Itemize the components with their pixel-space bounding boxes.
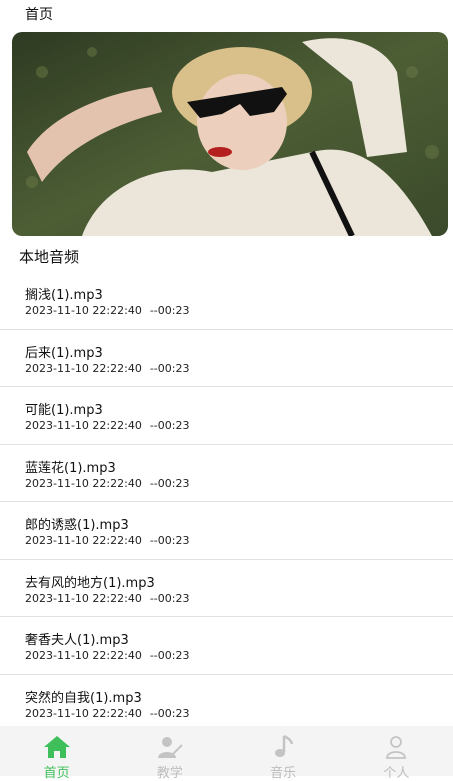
list-item[interactable]: 奢香夫人(1).mp3 2023-11-10 22:22:40 --00:23: [0, 617, 453, 675]
list-item[interactable]: 可能(1).mp3 2023-11-10 22:22:40 --00:23: [0, 387, 453, 445]
audio-meta: 2023-11-10 22:22:40 --00:23: [25, 649, 189, 662]
audio-name: 郎的诱惑(1).mp3: [25, 518, 129, 533]
audio-duration: --00:23: [149, 476, 190, 490]
audio-meta: 2023-11-10 22:22:40 --00:23: [25, 707, 189, 720]
audio-datetime: 2023-11-10 22:22:40: [25, 304, 142, 317]
bottom-tab-bar: 首页 教学 音乐 个人: [0, 726, 453, 781]
home-icon: [43, 736, 70, 758]
audio-meta: 2023-11-10 22:22:40 --00:23: [25, 477, 189, 490]
list-item[interactable]: 搁浅(1).mp3 2023-11-10 22:22:40 --00:23: [0, 272, 453, 330]
teaching-icon: [157, 737, 183, 758]
audio-datetime: 2023-11-10 22:22:40: [25, 361, 142, 375]
audio-datetime: 2023-11-10 22:22:40: [25, 706, 142, 720]
audio-duration: --00:23: [149, 706, 190, 720]
audio-datetime: 2023-11-10 22:22:40: [25, 419, 142, 432]
audio-meta: 2023-11-10 22:22:40 --00:23: [25, 592, 189, 605]
audio-duration: --00:23: [149, 591, 190, 605]
tab-teaching[interactable]: 教学: [113, 726, 226, 781]
audio-meta: 2023-11-10 22:22:40 --00:23: [25, 419, 189, 432]
tab-label: 音乐: [270, 766, 297, 781]
list-item[interactable]: 郎的诱惑(1).mp3 2023-11-10 22:22:40 --00:23: [0, 502, 453, 560]
banner-photo: [12, 32, 448, 236]
audio-meta: 2023-11-10 22:22:40 --00:23: [25, 362, 189, 375]
audio-meta: 2023-11-10 22:22:40 --00:23: [25, 534, 189, 547]
audio-duration: --00:23: [149, 361, 190, 375]
audio-datetime: 2023-11-10 22:22:40: [25, 476, 142, 490]
list-item[interactable]: 去有风的地方(1).mp3 2023-11-10 22:22:40 --00:23: [0, 560, 453, 617]
audio-duration: --00:23: [149, 649, 190, 662]
page-title: 首页: [25, 7, 53, 23]
audio-name: 后来(1).mp3: [25, 345, 103, 361]
audio-datetime: 2023-11-10 22:22:40: [25, 591, 142, 605]
tab-label: 首页: [43, 766, 70, 781]
audio-datetime: 2023-11-10 22:22:40: [25, 649, 142, 662]
audio-duration: --00:23: [149, 534, 190, 547]
audio-name: 奢香夫人(1).mp3: [25, 633, 129, 648]
audio-name: 去有风的地方(1).mp3: [25, 575, 155, 591]
audio-datetime: 2023-11-10 22:22:40: [25, 534, 142, 547]
tab-profile[interactable]: 个人: [340, 726, 453, 781]
tab-label: 个人: [383, 766, 410, 781]
audio-list: 搁浅(1).mp3 2023-11-10 22:22:40 --00:23 后来(…: [0, 272, 453, 732]
person-icon: [386, 736, 407, 759]
audio-meta: 2023-11-10 22:22:40 --00:23: [25, 304, 189, 317]
top-bar: 首页: [0, 0, 453, 28]
audio-duration: --00:23: [149, 419, 190, 432]
audio-duration: --00:23: [149, 304, 190, 317]
tab-music[interactable]: 音乐: [227, 726, 340, 781]
section-title-local-audio: 本地音频: [19, 248, 80, 266]
list-item[interactable]: 后来(1).mp3 2023-11-10 22:22:40 --00:23: [0, 330, 453, 387]
audio-name: 可能(1).mp3: [25, 403, 103, 418]
audio-name: 蓝莲花(1).mp3: [25, 460, 116, 476]
banner-image[interactable]: [12, 32, 448, 236]
tab-label: 教学: [156, 766, 183, 781]
tab-home[interactable]: 首页: [0, 726, 113, 781]
list-item[interactable]: 突然的自我(1).mp3 2023-11-10 22:22:40 --00:23: [0, 675, 453, 733]
music-note-icon: [275, 734, 294, 757]
audio-name: 搁浅(1).mp3: [25, 288, 103, 303]
audio-name: 突然的自我(1).mp3: [25, 690, 142, 706]
list-item[interactable]: 蓝莲花(1).mp3 2023-11-10 22:22:40 --00:23: [0, 445, 453, 502]
